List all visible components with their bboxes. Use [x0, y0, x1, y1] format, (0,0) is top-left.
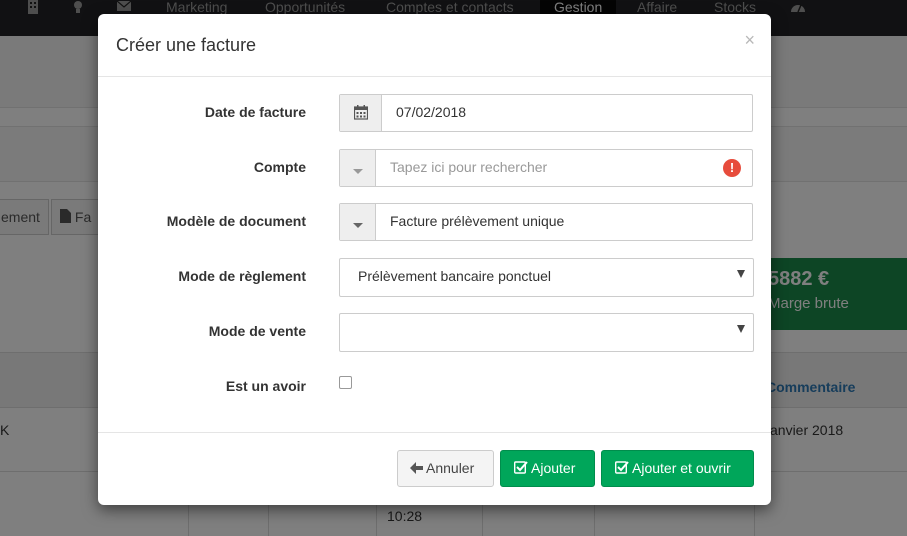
compte-search-field[interactable]: Tapez ici pour rechercher ! — [339, 149, 753, 187]
select-arrow-icon — [737, 325, 745, 333]
warning-icon: ! — [723, 159, 741, 177]
form-row-reglement: Mode de règlement Prélèvement bancaire p… — [98, 258, 771, 297]
reglement-value: Prélèvement bancaire ponctuel — [358, 268, 552, 284]
compte-placeholder: Tapez ici pour rechercher — [390, 159, 548, 175]
select-arrow-icon — [737, 270, 745, 278]
mode-vente-select[interactable] — [339, 313, 754, 352]
add-and-open-button[interactable]: Ajouter et ouvrir — [601, 450, 754, 487]
mode-reglement-select[interactable]: Prélèvement bancaire ponctuel — [339, 258, 754, 297]
modele-document-field[interactable]: Facture prélèvement unique — [339, 203, 753, 241]
modal-footer: Annuler Ajouter Ajouter et ouvrir — [98, 432, 771, 505]
chevron-down-icon — [353, 169, 363, 174]
arrow-left-icon — [410, 452, 423, 487]
create-invoice-modal: Créer une facture × Date de facture 07/0… — [98, 14, 771, 505]
avoir-checkbox[interactable] — [339, 376, 352, 389]
modele-value: Facture prélèvement unique — [390, 213, 565, 229]
chevron-down-icon — [353, 223, 363, 228]
label-est-un-avoir: Est un avoir — [225, 378, 306, 394]
date-field[interactable]: 07/02/2018 — [339, 94, 753, 132]
check-square-icon — [513, 452, 528, 487]
calendar-addon[interactable] — [340, 95, 382, 131]
add-button[interactable]: Ajouter — [500, 450, 595, 487]
modele-dropdown-toggle[interactable] — [340, 204, 376, 240]
compte-dropdown-toggle[interactable] — [340, 150, 376, 186]
modal-header: Créer une facture × — [98, 14, 771, 77]
form-row-avoir: Est un avoir — [98, 376, 771, 398]
form-row-vente: Mode de vente — [98, 313, 771, 352]
close-icon[interactable]: × — [744, 30, 755, 50]
date-value: 07/02/2018 — [396, 104, 467, 120]
cancel-button-label: Annuler — [426, 460, 475, 476]
label-mode-reglement: Mode de règlement — [178, 268, 306, 284]
cancel-button[interactable]: Annuler — [397, 450, 494, 487]
label-date-facture: Date de facture — [204, 104, 306, 120]
add-and-open-button-label: Ajouter et ouvrir — [632, 460, 731, 476]
label-compte: Compte — [253, 159, 306, 175]
calendar-icon — [353, 105, 369, 125]
label-modele-document: Modèle de document — [166, 213, 306, 229]
modal-title: Créer une facture — [116, 35, 257, 55]
check-square-icon — [614, 452, 629, 487]
form-row-modele: Modèle de document Facture prélèvement u… — [98, 203, 771, 241]
form-row-date: Date de facture 07/02/2018 — [98, 94, 771, 132]
add-button-label: Ajouter — [531, 460, 576, 476]
label-mode-vente: Mode de vente — [208, 323, 306, 339]
form-row-compte: Compte Tapez ici pour rechercher ! — [98, 149, 771, 187]
